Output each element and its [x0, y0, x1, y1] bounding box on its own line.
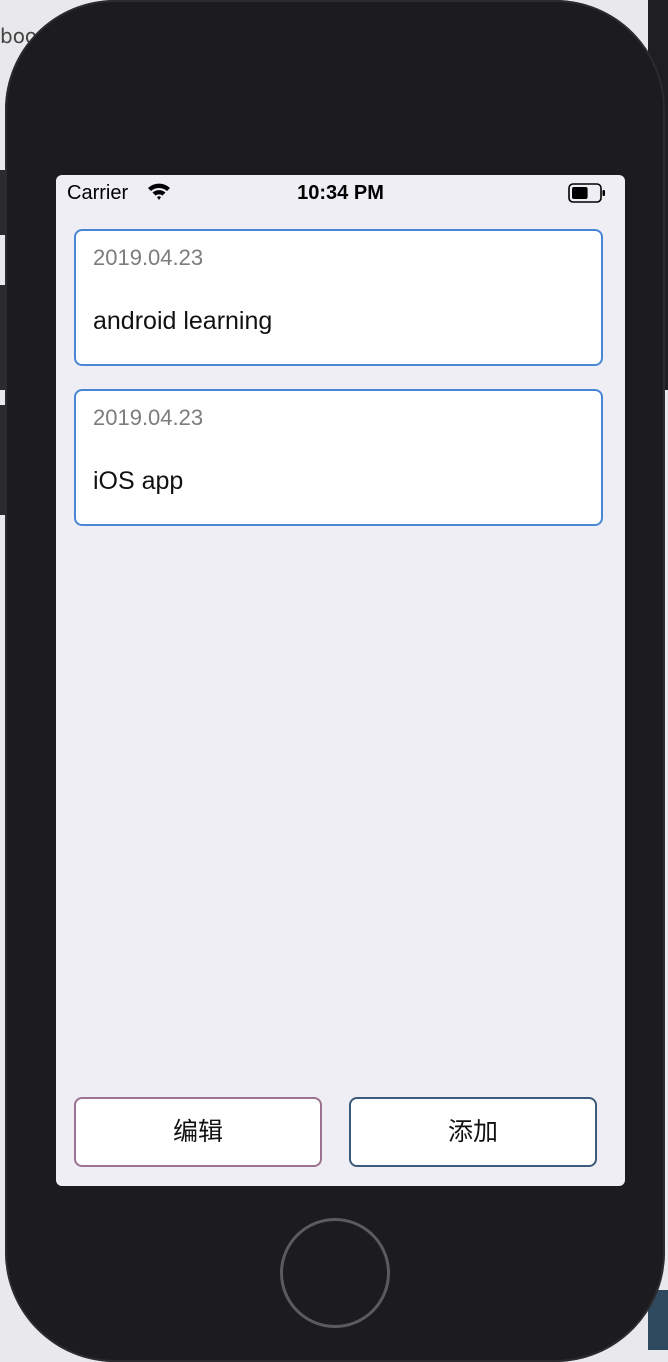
note-date: 2019.04.23 [93, 245, 204, 270]
note-card[interactable]: 2019.04.23 iOS app [74, 389, 603, 526]
status-time: 10:34 PM [297, 182, 384, 204]
note-title: android learning [93, 307, 273, 335]
note-date: 2019.04.23 [93, 405, 204, 430]
note-title: iOS app [93, 467, 184, 495]
note-card[interactable]: 2019.04.23 android learning [74, 229, 603, 366]
edit-button[interactable]: 编辑 [74, 1097, 322, 1167]
phone-simulator-frame: Carrier 10:34 PM 2019.04.23 android lear… [5, 0, 665, 1362]
device-screen: Carrier 10:34 PM 2019.04.23 android lear… [56, 175, 625, 1186]
home-button[interactable] [280, 1218, 390, 1328]
add-button[interactable]: 添加 [349, 1097, 597, 1167]
status-bar: Carrier 10:34 PM [56, 175, 625, 215]
battery-icon [568, 183, 605, 203]
